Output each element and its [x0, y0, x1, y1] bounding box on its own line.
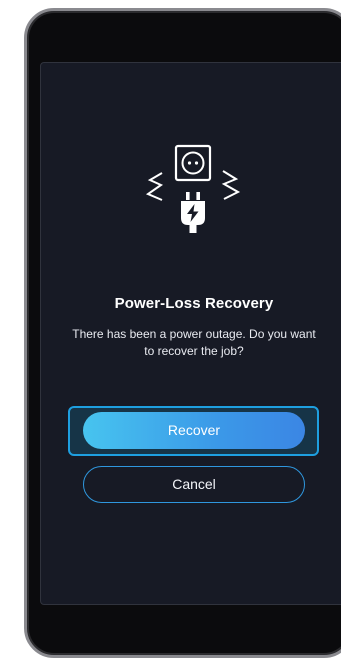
dialog-title: Power-Loss Recovery [114, 295, 274, 312]
dialog-message: There has been a power outage. Do you wa… [72, 327, 316, 358]
cancel-button[interactable]: Cancel [83, 466, 305, 503]
power-plug-outage-icon [141, 143, 245, 247]
recovery-dialog: Power-Loss Recovery There has been a pow… [40, 62, 341, 605]
recover-button[interactable]: Recover [83, 412, 305, 449]
